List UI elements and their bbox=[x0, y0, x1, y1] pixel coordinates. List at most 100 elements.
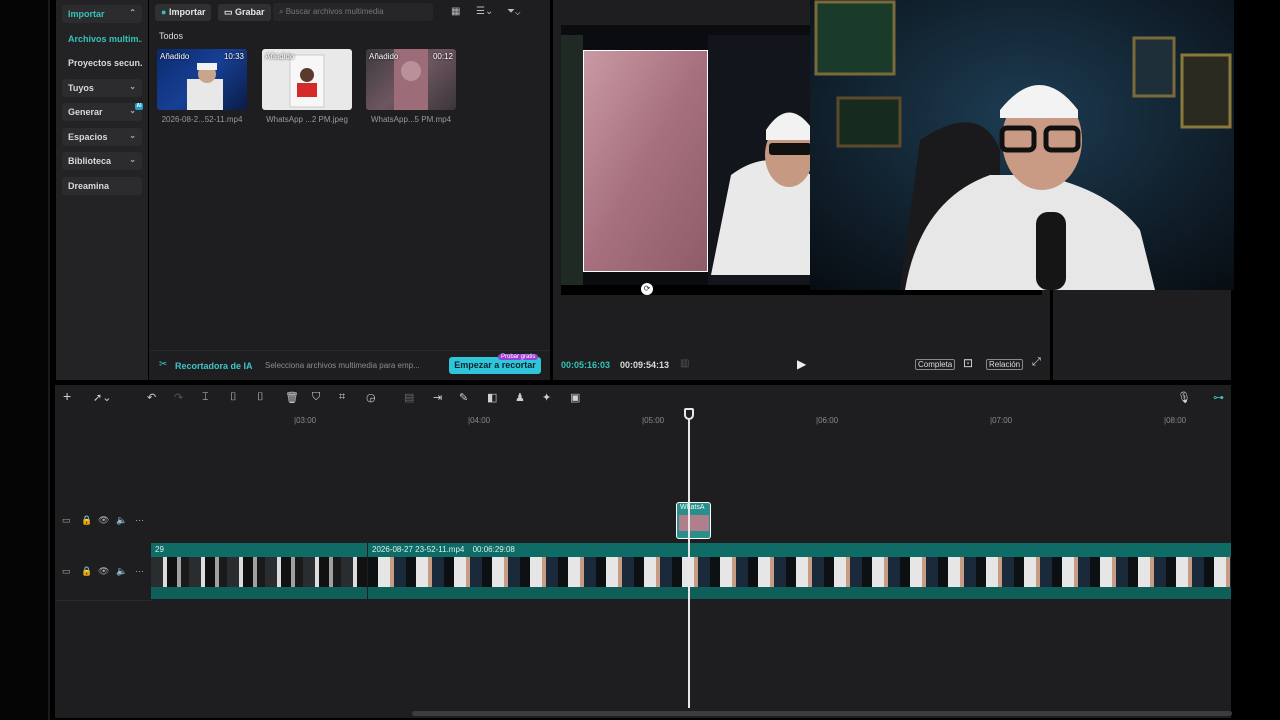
sidebar-item-label: Dreamina bbox=[68, 181, 110, 191]
clip-a-audio[interactable] bbox=[151, 587, 367, 599]
sidebar-item-importar[interactable]: Importar ⌃ bbox=[62, 5, 142, 23]
ruler-tick: |06:00 bbox=[816, 416, 839, 425]
clip-b-audio[interactable] bbox=[368, 587, 1231, 599]
selection-box[interactable] bbox=[583, 50, 708, 272]
sidebar-item-generar[interactable]: Generar ⌄ AI bbox=[62, 103, 143, 121]
clip-a-filmstrip[interactable] bbox=[151, 557, 367, 587]
magic-icon[interactable]: ✦ bbox=[542, 391, 551, 404]
added-tag: Añadido bbox=[369, 52, 399, 61]
playhead[interactable] bbox=[688, 410, 690, 708]
redo-icon[interactable]: ↷ bbox=[174, 391, 183, 404]
playhead-handle[interactable] bbox=[684, 408, 694, 420]
crop-icon[interactable]: ⌗ bbox=[339, 391, 345, 404]
media-item[interactable]: Añadido 10:33 bbox=[157, 49, 247, 110]
record-button[interactable]: ▭ Grabar bbox=[218, 4, 271, 21]
sidebar-item-tuyos[interactable]: Tuyos ⌄ bbox=[62, 79, 142, 97]
duration-label: 10:33 bbox=[223, 52, 244, 61]
ai-cutter-title: Recortadora de IA bbox=[175, 361, 253, 371]
section-label: Todos bbox=[159, 31, 184, 41]
sidebar-item-label: Espacios bbox=[68, 132, 108, 142]
edit-icon[interactable]: ✎ bbox=[459, 391, 468, 404]
clip-b-label: 2026-08-27 23-52-11.mp4 bbox=[372, 545, 465, 554]
sidebar-item-label: Biblioteca bbox=[68, 156, 112, 166]
speed-icon[interactable]: ◶ bbox=[366, 391, 376, 404]
clip-a-header[interactable]: 29 bbox=[151, 543, 367, 557]
search-input[interactable]: ⌕ Buscar archivos multimedia bbox=[273, 3, 433, 21]
main-track-header: ▭ 🔒 👁 🔈 ⋯ bbox=[55, 566, 147, 580]
sidebar-item-dreamina[interactable]: Dreamina bbox=[62, 177, 142, 195]
free-trial-badge: Probar gratis bbox=[498, 354, 539, 360]
delete-icon[interactable]: 🗑 bbox=[285, 391, 299, 404]
clip-b-header[interactable]: 2026-08-27 23-52-11.mp4 00:06:29:08 bbox=[368, 543, 1231, 557]
cover-icon[interactable]: ▭ bbox=[62, 515, 71, 526]
reverse-icon[interactable]: ⇥ bbox=[433, 391, 442, 404]
sidebar-item-label: Generar bbox=[68, 107, 103, 117]
filter-icon[interactable]: ⏷⌄ bbox=[507, 6, 520, 17]
chevron-down-icon: ⌄ bbox=[129, 82, 136, 91]
marker-icon[interactable]: ⛉ bbox=[312, 391, 320, 404]
ruler-tick: |05:00 bbox=[642, 416, 665, 425]
sidebar-item-proyectos[interactable]: Proyectos secun... bbox=[62, 54, 142, 72]
scissors-icon: ✂ bbox=[159, 359, 168, 370]
fullscreen-icon[interactable]: ⤢ bbox=[1032, 356, 1041, 369]
ruler-tick: |03:00 bbox=[294, 416, 317, 425]
eye-icon[interactable]: 👁 bbox=[98, 515, 109, 526]
freeze-icon[interactable]: ▤ bbox=[404, 391, 414, 404]
media-item-name: 2026-08-2...52-11.mp4 bbox=[161, 115, 243, 124]
record-label: Grabar bbox=[235, 7, 265, 17]
sidebar-item-archivos[interactable]: Archivos multim... bbox=[62, 30, 142, 48]
eye-icon[interactable]: 👁 bbox=[98, 566, 109, 577]
split-right-icon[interactable]: ⌷ bbox=[257, 391, 264, 404]
overlay-clip[interactable]: WhatsA bbox=[676, 502, 711, 539]
subtitle-icon[interactable]: ▣ bbox=[570, 391, 580, 404]
import-button[interactable]: ● Importar bbox=[155, 4, 212, 21]
person-icon[interactable]: ♟ bbox=[515, 391, 525, 404]
webcam-image bbox=[810, 0, 1234, 290]
grid-view-icon[interactable]: ▦ bbox=[451, 6, 460, 17]
rotate-handle-icon[interactable]: ⟳ bbox=[641, 283, 653, 295]
split-icon[interactable]: ⌶ bbox=[202, 391, 209, 404]
microphone-icon[interactable]: 🎙 bbox=[1177, 391, 1191, 404]
media-item-name: WhatsApp ...2 PM.jpeg bbox=[266, 115, 348, 124]
lock-icon[interactable]: 🔒 bbox=[81, 566, 92, 577]
current-time: 00:05:16:03 bbox=[561, 360, 611, 370]
audio-icon[interactable]: 🔈 bbox=[116, 515, 127, 526]
sidebar-item-label: Tuyos bbox=[68, 83, 94, 93]
media-item[interactable]: Añadido bbox=[262, 49, 352, 110]
ai-badge: AI bbox=[135, 103, 143, 110]
full-quality-button[interactable]: Completa bbox=[915, 359, 956, 370]
clip-b-filmstrip[interactable] bbox=[368, 557, 1231, 587]
track-divider bbox=[55, 600, 151, 601]
audio-icon[interactable]: 🔈 bbox=[116, 566, 127, 577]
lock-icon[interactable]: 🔒 bbox=[81, 515, 92, 526]
timeline-marker-icon[interactable]: ▥ bbox=[680, 358, 689, 369]
cover-icon[interactable]: ▭ bbox=[62, 566, 71, 577]
chevron-down-icon: ⌄ bbox=[129, 131, 136, 140]
more-icon[interactable]: ⋯ bbox=[135, 515, 144, 526]
link-toggle-icon[interactable]: ⊶ bbox=[1213, 391, 1224, 404]
overlay-track-header: ▭ 🔒 👁 🔈 ⋯ bbox=[55, 515, 147, 529]
ruler-tick: |08:00 bbox=[1164, 416, 1187, 425]
search-icon: ⌕ bbox=[279, 7, 284, 16]
media-item[interactable]: Añadido 00:12 bbox=[366, 49, 456, 110]
add-track-icon[interactable]: + bbox=[63, 388, 71, 404]
sidebar-item-espacios[interactable]: Espacios ⌄ bbox=[62, 128, 142, 146]
undo-icon[interactable]: ↶ bbox=[147, 391, 156, 404]
play-icon[interactable]: ▶ bbox=[797, 357, 806, 371]
aspect-ratio-button[interactable]: Relación bbox=[986, 359, 1024, 370]
sidebar-item-biblioteca[interactable]: Biblioteca ⌄ bbox=[62, 152, 142, 170]
camera-icon: ▭ bbox=[224, 7, 233, 17]
details-panel bbox=[1053, 290, 1231, 380]
split-left-icon[interactable]: ⌷ bbox=[230, 391, 237, 404]
clip-a-label: 29 bbox=[155, 545, 164, 554]
timeline-scrollbar[interactable] bbox=[412, 711, 1232, 716]
mirror-icon[interactable]: ◧ bbox=[487, 391, 497, 404]
sidebar-item-label: Proyectos secun... bbox=[68, 58, 142, 68]
more-icon[interactable]: ⋯ bbox=[135, 566, 144, 577]
sort-icon[interactable]: ☰⌄ bbox=[476, 6, 493, 17]
select-tool-icon[interactable]: ➚⌄ bbox=[93, 391, 111, 404]
overlay-clip-thumb bbox=[679, 515, 709, 531]
ai-cutter-description: Selecciona archivos multimedia para emp.… bbox=[265, 361, 420, 370]
snapshot-icon[interactable]: ⊡ bbox=[963, 356, 973, 370]
total-time: 00:09:54:13 bbox=[620, 360, 670, 370]
